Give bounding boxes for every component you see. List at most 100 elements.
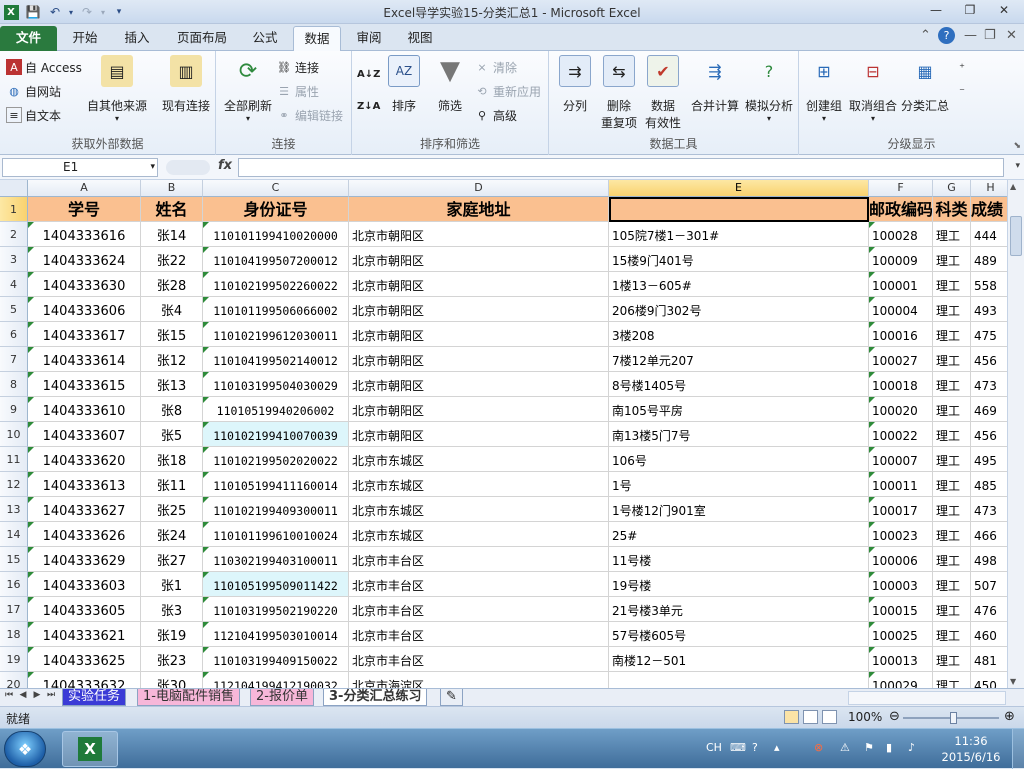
hide-detail-button[interactable]: ⁻ xyxy=(954,80,973,102)
refresh-all-button[interactable]: ⟳ 全部刷新 ▾ xyxy=(220,55,276,124)
cell-h[interactable]: 469 xyxy=(971,397,1011,422)
cell-a[interactable]: 1404333624 xyxy=(28,247,141,272)
cell-a[interactable]: 1404333620 xyxy=(28,447,141,472)
row-header[interactable]: 14 xyxy=(0,522,28,547)
keyboard-icon[interactable]: ⌨ xyxy=(730,741,746,754)
cell-h[interactable]: 456 xyxy=(971,347,1011,372)
tab-data[interactable]: 数据 xyxy=(293,26,341,52)
cell-a[interactable]: 1404333617 xyxy=(28,322,141,347)
cell-f[interactable]: 100007 xyxy=(869,447,933,472)
cell-f[interactable]: 100023 xyxy=(869,522,933,547)
cell-d[interactable]: 北京市朝阳区 xyxy=(349,222,609,247)
cell-d[interactable]: 北京市朝阳区 xyxy=(349,322,609,347)
row-header[interactable]: 15 xyxy=(0,547,28,572)
cell-d[interactable]: 北京市东城区 xyxy=(349,497,609,522)
cell-h[interactable]: 498 xyxy=(971,547,1011,572)
cell-b[interactable]: 张12 xyxy=(141,347,203,372)
cell-c[interactable]: 112104199412190032 xyxy=(203,672,349,688)
cell-b[interactable]: 张22 xyxy=(141,247,203,272)
insert-sheet-icon[interactable]: ✎ xyxy=(440,689,463,706)
row-header[interactable]: 16 xyxy=(0,572,28,597)
tab-formulas[interactable]: 公式 xyxy=(243,26,287,51)
cell-g[interactable]: 理工 xyxy=(933,347,971,372)
from-web-button[interactable]: ◍ 自网站 xyxy=(6,80,61,102)
outline-dialog-launcher-icon[interactable]: ⬊ xyxy=(1013,141,1021,151)
cell-a[interactable]: 1404333625 xyxy=(28,647,141,672)
cell-b[interactable]: 张4 xyxy=(141,297,203,322)
vertical-scrollbar[interactable]: ▲ ▼ xyxy=(1007,180,1024,688)
cell-g[interactable]: 理工 xyxy=(933,272,971,297)
row-header[interactable]: 7 xyxy=(0,347,28,372)
minimize-ribbon-icon[interactable]: ⌃ xyxy=(920,28,931,43)
sort-button[interactable]: AZ 排序 xyxy=(384,55,424,114)
zoom-out-icon[interactable]: ⊖ xyxy=(889,709,900,724)
cell-f[interactable]: 100018 xyxy=(869,372,933,397)
cell-f[interactable]: 100025 xyxy=(869,622,933,647)
vertical-scroll-thumb[interactable] xyxy=(1010,216,1022,256)
cell-b[interactable]: 张27 xyxy=(141,547,203,572)
insert-function-icon[interactable]: fx xyxy=(218,158,232,173)
system-clock[interactable]: 11:36 2015/6/16 xyxy=(940,733,1002,765)
column-header-b[interactable]: B xyxy=(141,180,203,197)
cell-b[interactable]: 张1 xyxy=(141,572,203,597)
tab-review[interactable]: 审阅 xyxy=(347,26,391,51)
cell-d[interactable]: 北京市东城区 xyxy=(349,522,609,547)
cell-g[interactable]: 理工 xyxy=(933,397,971,422)
row-header[interactable]: 2 xyxy=(0,222,28,247)
cell-a[interactable]: 1404333605 xyxy=(28,597,141,622)
subtotal-button[interactable]: ▦ 分类汇总 xyxy=(899,55,951,114)
cell-a[interactable]: 1404333606 xyxy=(28,297,141,322)
row-header[interactable]: 13 xyxy=(0,497,28,522)
cell-e[interactable]: 21号楼3单元 xyxy=(609,597,869,622)
cell-h[interactable]: 473 xyxy=(971,497,1011,522)
cell-a[interactable]: 1404333607 xyxy=(28,422,141,447)
header-cell-g[interactable]: 科类 xyxy=(933,197,971,222)
column-header-f[interactable]: F xyxy=(869,180,933,197)
sort-descending-button[interactable]: Z↓A xyxy=(357,95,380,117)
cell-e[interactable]: 8号楼1405号 xyxy=(609,372,869,397)
cell-e[interactable]: 206楼9门302号 xyxy=(609,297,869,322)
next-sheet-icon[interactable]: ▶ xyxy=(31,690,43,700)
row-header[interactable]: 10 xyxy=(0,422,28,447)
header-cell-c[interactable]: 身份证号 xyxy=(203,197,349,222)
header-cell-b[interactable]: 姓名 xyxy=(141,197,203,222)
cell-a[interactable]: 1404333627 xyxy=(28,497,141,522)
cell-c[interactable]: 110102199409300011 xyxy=(203,497,349,522)
cell-b[interactable]: 张15 xyxy=(141,322,203,347)
cell-e[interactable]: 南13楼5门7号 xyxy=(609,422,869,447)
prev-sheet-icon[interactable]: ◀ xyxy=(17,690,29,700)
cell-e[interactable]: 57号楼605号 xyxy=(609,622,869,647)
row-header[interactable]: 17 xyxy=(0,597,28,622)
cell-d[interactable]: 北京市朝阳区 xyxy=(349,347,609,372)
cell-b[interactable]: 张14 xyxy=(141,222,203,247)
zoom-slider-knob[interactable] xyxy=(950,712,957,724)
cell-e[interactable]: 南楼12－501 xyxy=(609,647,869,672)
cell-h[interactable]: 444 xyxy=(971,222,1011,247)
cell-d[interactable]: 北京市东城区 xyxy=(349,472,609,497)
row-header[interactable]: 19 xyxy=(0,647,28,672)
row-header[interactable]: 20 xyxy=(0,672,28,688)
cell-c[interactable]: 110101199506066002 xyxy=(203,297,349,322)
cell-h[interactable]: 507 xyxy=(971,572,1011,597)
cell-c[interactable]: 110105199509011422 xyxy=(203,572,349,597)
cell-g[interactable]: 理工 xyxy=(933,597,971,622)
cell-h[interactable]: 485 xyxy=(971,472,1011,497)
volume-icon[interactable]: ♪ xyxy=(908,741,915,754)
workbook-close-icon[interactable]: ✕ xyxy=(1006,28,1017,43)
help-icon[interactable]: ? xyxy=(938,27,955,44)
row-header[interactable]: 4 xyxy=(0,272,28,297)
column-header-h[interactable]: H xyxy=(971,180,1011,197)
cell-h[interactable]: 558 xyxy=(971,272,1011,297)
cell-h[interactable]: 476 xyxy=(971,597,1011,622)
cell-b[interactable]: 张28 xyxy=(141,272,203,297)
reapply-button[interactable]: ⟲ 重新应用 xyxy=(474,80,541,102)
cell-c[interactable]: 110105199411160014 xyxy=(203,472,349,497)
language-indicator[interactable]: CH xyxy=(706,741,722,754)
cell-a[interactable]: 1404333630 xyxy=(28,272,141,297)
select-all-corner[interactable] xyxy=(0,180,28,197)
scroll-down-icon[interactable]: ▼ xyxy=(1010,677,1016,686)
sheet-tab-computer-parts[interactable]: 1-电脑配件销售 xyxy=(137,689,240,706)
scroll-up-icon[interactable]: ▲ xyxy=(1010,182,1016,191)
header-cell-e[interactable] xyxy=(609,197,869,222)
from-other-sources-button[interactable]: ▤ 自其他来源 ▾ xyxy=(84,55,150,123)
